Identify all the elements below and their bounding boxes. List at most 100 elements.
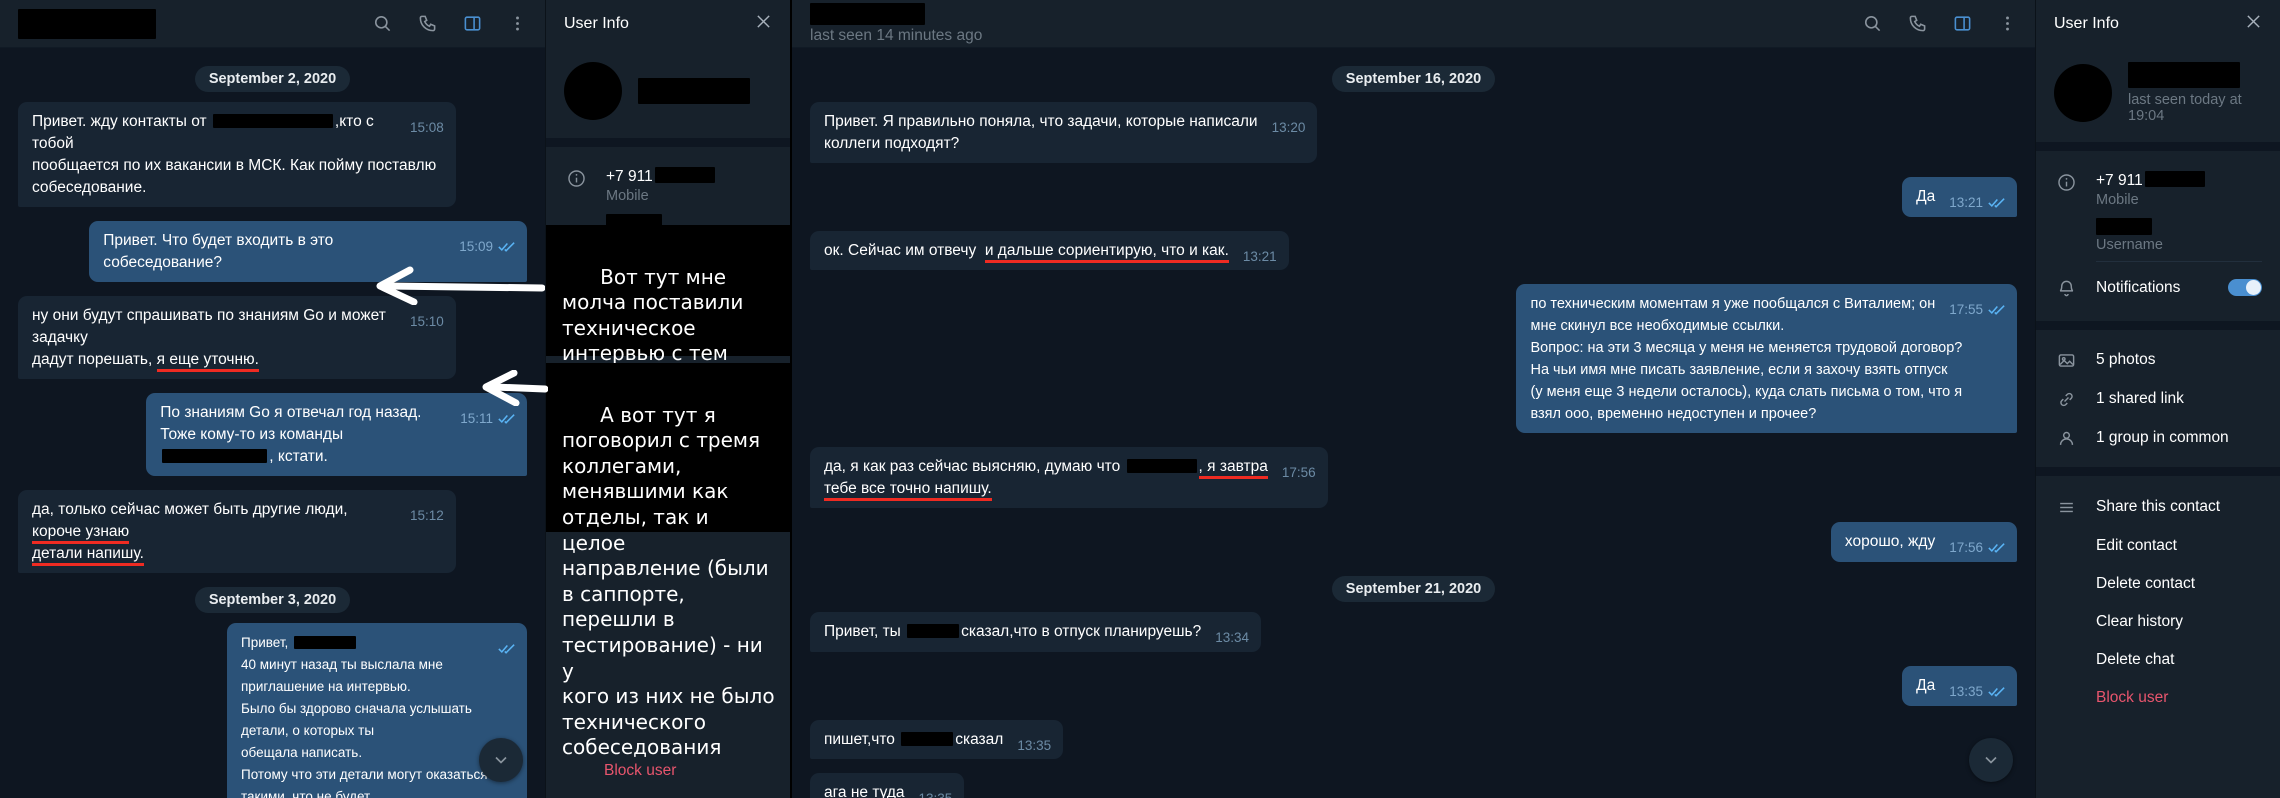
- left-chat-title-redacted: [18, 8, 156, 39]
- delete-contact-label: Delete contact: [2096, 575, 2196, 592]
- read-ticks-icon: [1988, 194, 2005, 213]
- message-bubble-outgoing[interactable]: 17:55 по техническим моментам я уже пооб…: [1516, 284, 2017, 434]
- close-icon[interactable]: [2245, 13, 2262, 35]
- shared-link-row[interactable]: 1 shared link: [2054, 379, 2262, 418]
- delete-chat-label: Delete chat: [2096, 651, 2175, 668]
- left-chat-column: September 2, 2020 15:08 Привет. жду конт…: [0, 0, 545, 798]
- shared-link-label: 1 shared link: [2096, 389, 2184, 407]
- message-bubble-outgoing[interactable]: 13:35 Да: [1902, 665, 2017, 706]
- redacted-span: [907, 624, 960, 639]
- read-ticks-icon: [1988, 301, 2005, 320]
- user-name-redacted: [638, 78, 750, 104]
- left-chat-title[interactable]: [18, 8, 373, 39]
- redacted-span: [1126, 459, 1197, 474]
- block-user-label: Block user: [604, 762, 677, 779]
- panel-title: User Info: [564, 15, 629, 32]
- message-bubble-incoming[interactable]: 15:12 да, только сейчас может быть други…: [18, 490, 456, 573]
- message-row: 13:35 Да: [810, 665, 2017, 706]
- message-bubble-incoming[interactable]: 15:10 ну они будут спрашивать по знаниям…: [18, 296, 456, 379]
- search-icon[interactable]: [1863, 14, 1882, 33]
- annotation-arrow-bottom: [482, 370, 548, 406]
- phone-row[interactable]: +7 911 Mobile: [564, 161, 772, 214]
- message-bubble-incoming[interactable]: 13:21 ок. Сейчас им отвечу и дальше сори…: [810, 231, 1289, 271]
- more-vertical-icon[interactable]: [508, 14, 527, 33]
- right-user-info-panel: User Info last seen today at 19:04 +7 91…: [2035, 0, 2280, 798]
- message-text: Привет. Что будет входить в это собеседо…: [103, 232, 338, 271]
- more-vertical-icon[interactable]: [1998, 14, 2017, 33]
- right-chat-column: last seen 14 minutes ago September 16, 2…: [790, 0, 2035, 798]
- message-bubble-incoming[interactable]: 13:35 пишет,что сказал: [810, 719, 1064, 759]
- highlighted-phrase-2: детали напишу.: [32, 545, 144, 566]
- phone-redacted: [2144, 171, 2205, 187]
- redacted-span: [294, 636, 357, 649]
- clear-history-row[interactable]: Clear history: [2054, 603, 2262, 641]
- search-icon[interactable]: [373, 14, 392, 33]
- person-icon: [2054, 427, 2078, 448]
- username-row[interactable]: Username: [2054, 218, 2262, 257]
- notifications-row[interactable]: Notifications: [2054, 268, 2262, 307]
- message-row: 13:35 пишет,что сказал: [810, 719, 2017, 759]
- photos-row[interactable]: 5 photos: [2054, 340, 2262, 379]
- photos-label: 5 photos: [2096, 350, 2156, 368]
- date-separator: September 21, 2020: [810, 576, 2017, 603]
- date-chip: September 16, 2020: [1331, 66, 1496, 92]
- list-icon: [2054, 496, 2078, 517]
- message-time: 13:21: [1242, 249, 1277, 265]
- message-bubble-incoming[interactable]: 17:56 да, я как раз сейчас выясняю, дума…: [810, 447, 1328, 509]
- right-user-identity[interactable]: last seen today at 19:04: [2036, 48, 2280, 142]
- message-bubble-outgoing[interactable]: 17:56 хорошо, жду: [1830, 522, 2017, 563]
- right-chat-title-redacted: [810, 2, 925, 25]
- edit-contact-row[interactable]: Edit contact: [2054, 527, 2262, 565]
- block-user-row[interactable]: Block user: [2054, 679, 2262, 717]
- identity-text: last seen today at 19:04: [2128, 62, 2262, 124]
- close-icon[interactable]: [755, 13, 772, 35]
- left-message-list[interactable]: September 2, 2020 15:08 Привет. жду конт…: [0, 48, 545, 798]
- message-text: да, я как раз сейчас выясняю, думаю что …: [824, 458, 1268, 502]
- read-ticks-icon: [1988, 683, 2005, 702]
- group-in-common-row[interactable]: 1 group in common: [2054, 418, 2262, 457]
- phone-icon[interactable]: [418, 14, 437, 33]
- sidebar-panel-icon[interactable]: [463, 14, 482, 33]
- username-label: Username: [2096, 237, 2163, 253]
- message-bubble-incoming[interactable]: 13:20 Привет. Я правильно поняла, что за…: [810, 102, 1318, 163]
- date-separator: September 2, 2020: [18, 66, 527, 92]
- bell-icon: [2054, 277, 2078, 298]
- username-redacted: [2096, 218, 2152, 235]
- scroll-to-bottom-button[interactable]: [1969, 738, 2013, 782]
- annotation-arrow-top: [376, 266, 545, 305]
- message-bubble-outgoing[interactable]: 13:21 Да: [1902, 177, 2017, 218]
- message-bubble-incoming[interactable]: 13:35 ага не туда: [810, 772, 965, 798]
- link-icon: [2054, 388, 2078, 409]
- message-bubble-incoming[interactable]: 13:34 Привет, ты сказал,что в отпуск пла…: [810, 612, 1262, 652]
- phone-row[interactable]: +7 911 Mobile: [2054, 165, 2262, 218]
- redacted-span: [901, 731, 954, 746]
- notifications-toggle[interactable]: [2228, 279, 2262, 296]
- annotation-top: Вот тут мне молча поставили техническое …: [546, 225, 791, 519]
- sidebar-panel-icon[interactable]: [1953, 14, 1972, 33]
- message-time: [493, 639, 515, 659]
- message-text: да, только сейчас может быть другие люди…: [32, 501, 352, 566]
- message-time: 15:10: [409, 314, 444, 329]
- phone-icon[interactable]: [1908, 14, 1927, 33]
- annotation-bottom-text: А вот тут я поговорил с тремя коллегами,…: [562, 402, 775, 760]
- highlighted-phrase: я еще уточню.: [156, 351, 259, 372]
- left-user-identity[interactable]: [546, 48, 790, 138]
- delete-chat-row[interactable]: Delete chat: [2054, 641, 2262, 679]
- edit-contact-label: Edit contact: [2096, 537, 2177, 554]
- right-message-list[interactable]: September 16, 2020 13:20 Привет. Я прави…: [792, 48, 2035, 798]
- message-bubble-incoming[interactable]: 15:08 Привет. жду контакты от ,кто с тоб…: [18, 102, 456, 207]
- right-chat-title[interactable]: last seen 14 minutes ago: [810, 2, 1863, 45]
- right-shared-media: 5 photos 1 shared link 1 group in common: [2036, 330, 2280, 467]
- scroll-to-bottom-button[interactable]: [479, 738, 523, 782]
- message-text: ага не туда: [824, 783, 905, 798]
- delete-contact-row[interactable]: Delete contact: [2054, 565, 2262, 603]
- date-chip: September 2, 2020: [194, 66, 351, 92]
- share-contact-row[interactable]: Share this contact: [2054, 486, 2262, 527]
- read-ticks-icon: [498, 238, 515, 257]
- notifications-label: Notifications: [2096, 278, 2181, 296]
- message-bubble-outgoing[interactable]: 15:11 По знаниям Go я отвечал год назад.…: [146, 393, 527, 476]
- message-row: 17:56 хорошо, жду: [810, 522, 2017, 563]
